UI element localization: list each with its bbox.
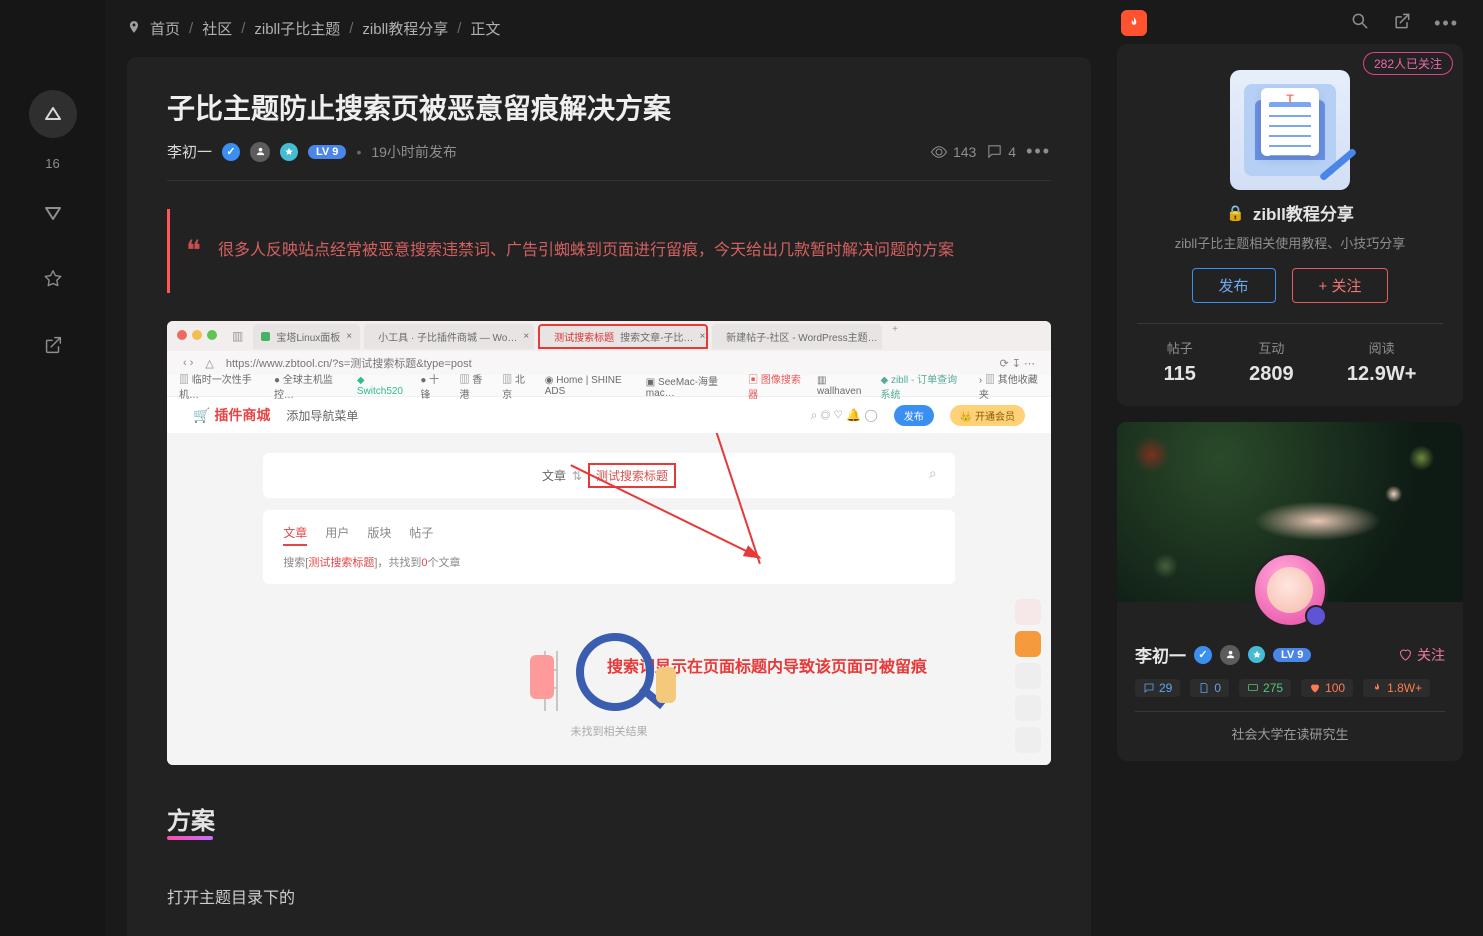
author-level: LV 9 xyxy=(1273,648,1311,662)
topic-stat-reads[interactable]: 阅读 12.9W+ xyxy=(1347,338,1416,386)
paragraph-text: 打开主题目录下的 xyxy=(167,884,1051,908)
mock-tab-highlighted: 测试搜索标题搜索文章-子比…× xyxy=(538,324,708,349)
main-column: 首页 / 社区 / zibll子比主题 / zibll教程分享 / 正文 子比主… xyxy=(105,0,1113,936)
mock-page-body: 文章 ⇅ 测试搜索标题 ⌕ 文章 用户 版块 帖子 搜索[测试搜索标题]，共找到… xyxy=(167,433,1051,765)
author-files-stat[interactable]: 0 xyxy=(1190,679,1229,697)
post-time: 19小时前发布 xyxy=(371,142,457,162)
eye-icon xyxy=(930,143,948,161)
heart-icon xyxy=(1398,647,1413,662)
mock-tab: 宝塔Linux面板× xyxy=(253,324,360,349)
topic-publish-button[interactable]: 发布 xyxy=(1192,268,1276,303)
followers-badge: 282人已关注 xyxy=(1363,52,1453,75)
topic-description: zibll子比主题相关使用教程、小技巧分享 xyxy=(1137,233,1443,252)
author-card: 李初一 ✓ LV 9 关注 29 xyxy=(1117,422,1463,761)
vote-down-button[interactable] xyxy=(29,189,77,237)
open-link-icon[interactable] xyxy=(1392,11,1412,36)
author-level: LV 9 xyxy=(308,145,346,159)
level-medal-icon xyxy=(280,143,298,161)
search-icon[interactable] xyxy=(1350,11,1370,36)
window-controls-icon xyxy=(177,327,222,345)
document-icon xyxy=(1198,682,1210,694)
author-bio: 社会大学在读研究生 xyxy=(1135,711,1445,743)
views-count: 143 xyxy=(930,143,976,161)
location-icon xyxy=(127,20,141,38)
right-sidebar: ••• 282人已关注 T 🔒 zibll教程分享 zibll子比主题相关使用教… xyxy=(1113,0,1483,936)
author-threads-stat[interactable]: 275 xyxy=(1239,679,1291,697)
author-likes-stat[interactable]: 100 xyxy=(1301,679,1353,697)
breadcrumb-board[interactable]: zibll子比主题 xyxy=(254,18,340,39)
flame-icon[interactable] xyxy=(1121,10,1147,36)
mock-browser-chrome: ▥ 宝塔Linux面板× 小工具 · 子比插件商城 — Wo…× 测试搜索标题搜… xyxy=(167,321,1051,351)
heart-icon xyxy=(1309,682,1321,694)
topic-follow-button[interactable]: + 关注 xyxy=(1292,268,1389,303)
quote-icon: ❝ xyxy=(186,223,201,279)
author-cover-image xyxy=(1117,422,1463,602)
left-action-bar: 16 xyxy=(0,0,105,936)
topic-stat-interactions[interactable]: 互动 2809 xyxy=(1249,338,1294,386)
topic-title[interactable]: zibll教程分享 xyxy=(1253,200,1354,225)
post-title: 子比主题防止搜索页被恶意留痕解决方案 xyxy=(167,87,1051,127)
mock-site-nav: 🛒 插件商城 添加导航菜单 ⌕ ◎ ♡ 🔔 ◯ 发布 👑 开通会员 xyxy=(167,397,1051,433)
author-heat-stat[interactable]: 1.8W+ xyxy=(1363,679,1430,697)
mock-search-box: 文章 ⇅ 测试搜索标题 ⌕ xyxy=(263,453,954,498)
mock-float-buttons xyxy=(1015,599,1041,753)
post-card: 子比主题防止搜索页被恶意留痕解决方案 李初一 ✓ LV 9 • 19小时前发布 … xyxy=(127,57,1091,936)
comments-count[interactable]: 4 xyxy=(986,143,1016,160)
author-avatar[interactable] xyxy=(1252,552,1328,628)
author-follow-button[interactable]: 关注 xyxy=(1398,645,1445,665)
breadcrumb-topic[interactable]: zibll教程分享 xyxy=(362,18,448,39)
comment-icon xyxy=(986,143,1003,160)
favorite-button[interactable] xyxy=(29,255,77,303)
breadcrumb-community[interactable]: 社区 xyxy=(202,18,232,39)
mock-tab: 小工具 · 子比插件商城 — Wo…× xyxy=(364,324,534,349)
comment-icon xyxy=(1143,682,1155,694)
post-image[interactable]: ▥ 宝塔Linux面板× 小工具 · 子比插件商城 — Wo…× 测试搜索标题搜… xyxy=(167,321,1051,765)
topic-stat-posts[interactable]: 帖子 115 xyxy=(1164,338,1196,386)
author-name[interactable]: 李初一 xyxy=(1135,642,1186,667)
post-meta: 李初一 ✓ LV 9 • 19小时前发布 143 4 xyxy=(167,141,1051,181)
verified-badge-icon: ✓ xyxy=(1194,646,1212,664)
chat-icon xyxy=(1247,682,1259,694)
mock-bookmarks-bar: ▥ 临时一次性手机… ● 全球主机监控… ◆ Switch520 ● 十锋 ▥ … xyxy=(167,375,1051,397)
author-comments-stat[interactable]: 29 xyxy=(1135,679,1180,697)
vote-up-button[interactable] xyxy=(29,90,77,138)
lock-icon: 🔒 xyxy=(1226,204,1245,222)
user-badge-icon xyxy=(250,142,270,162)
fire-icon xyxy=(1371,682,1383,694)
mock-result-panel: 文章 用户 版块 帖子 搜索[测试搜索标题]，共找到0个文章 xyxy=(263,510,954,584)
user-badge-icon xyxy=(1220,645,1240,665)
mock-tab: 新建帖子-社区 - WordPress主题…× xyxy=(712,324,882,349)
post-author[interactable]: 李初一 xyxy=(167,141,212,162)
level-medal-icon xyxy=(1248,646,1265,663)
sidebar-toggle-icon: ▥ xyxy=(232,329,243,343)
breadcrumb: 首页 / 社区 / zibll子比主题 / zibll教程分享 / 正文 xyxy=(105,8,1113,57)
post-quote: ❝ 很多人反映站点经常被恶意搜索违禁词、广告引蜘蛛到页面进行留痕，今天给出几款暂… xyxy=(167,209,1051,293)
section-heading: 方案 xyxy=(167,801,215,836)
breadcrumb-home[interactable]: 首页 xyxy=(150,18,180,39)
verified-badge-icon: ✓ xyxy=(222,143,240,161)
mock-empty-illustration-icon xyxy=(536,633,682,711)
topic-avatar-icon: T xyxy=(1230,70,1350,190)
gem-badge-icon xyxy=(1305,605,1327,627)
share-button[interactable] xyxy=(29,321,77,369)
post-more-menu[interactable]: ••• xyxy=(1026,141,1051,162)
breadcrumb-current: 正文 xyxy=(470,18,500,39)
sidebar-more-menu[interactable]: ••• xyxy=(1434,13,1459,34)
vote-count: 16 xyxy=(45,156,59,171)
topic-card: 282人已关注 T 🔒 zibll教程分享 zibll子比主题相关使用教程、小技… xyxy=(1117,44,1463,406)
